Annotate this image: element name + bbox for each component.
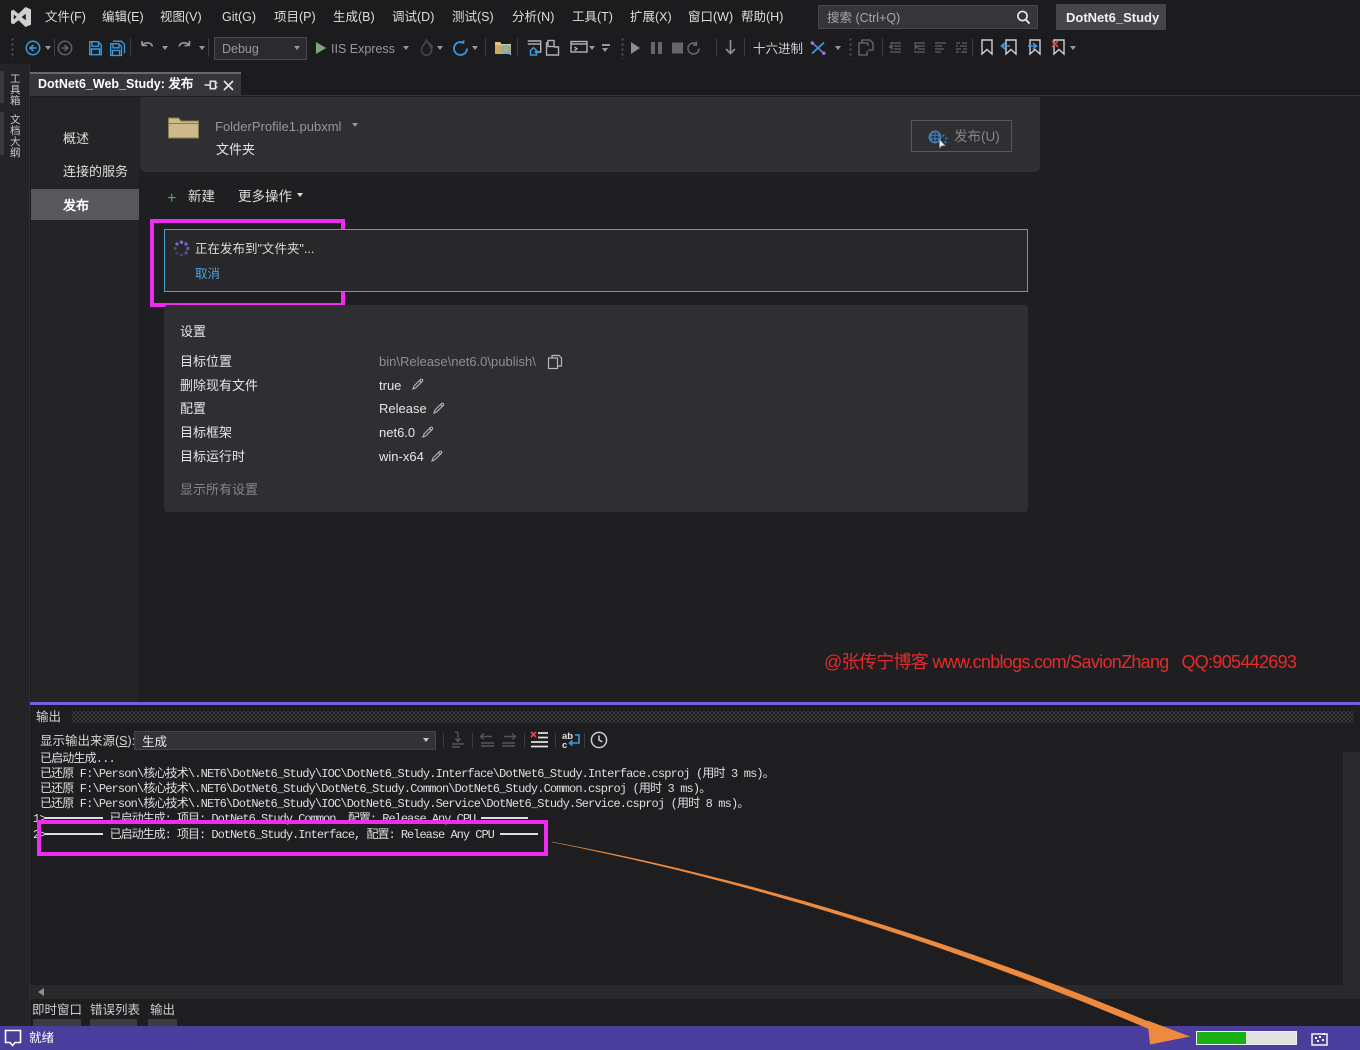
svg-text:c: c	[562, 740, 567, 749]
